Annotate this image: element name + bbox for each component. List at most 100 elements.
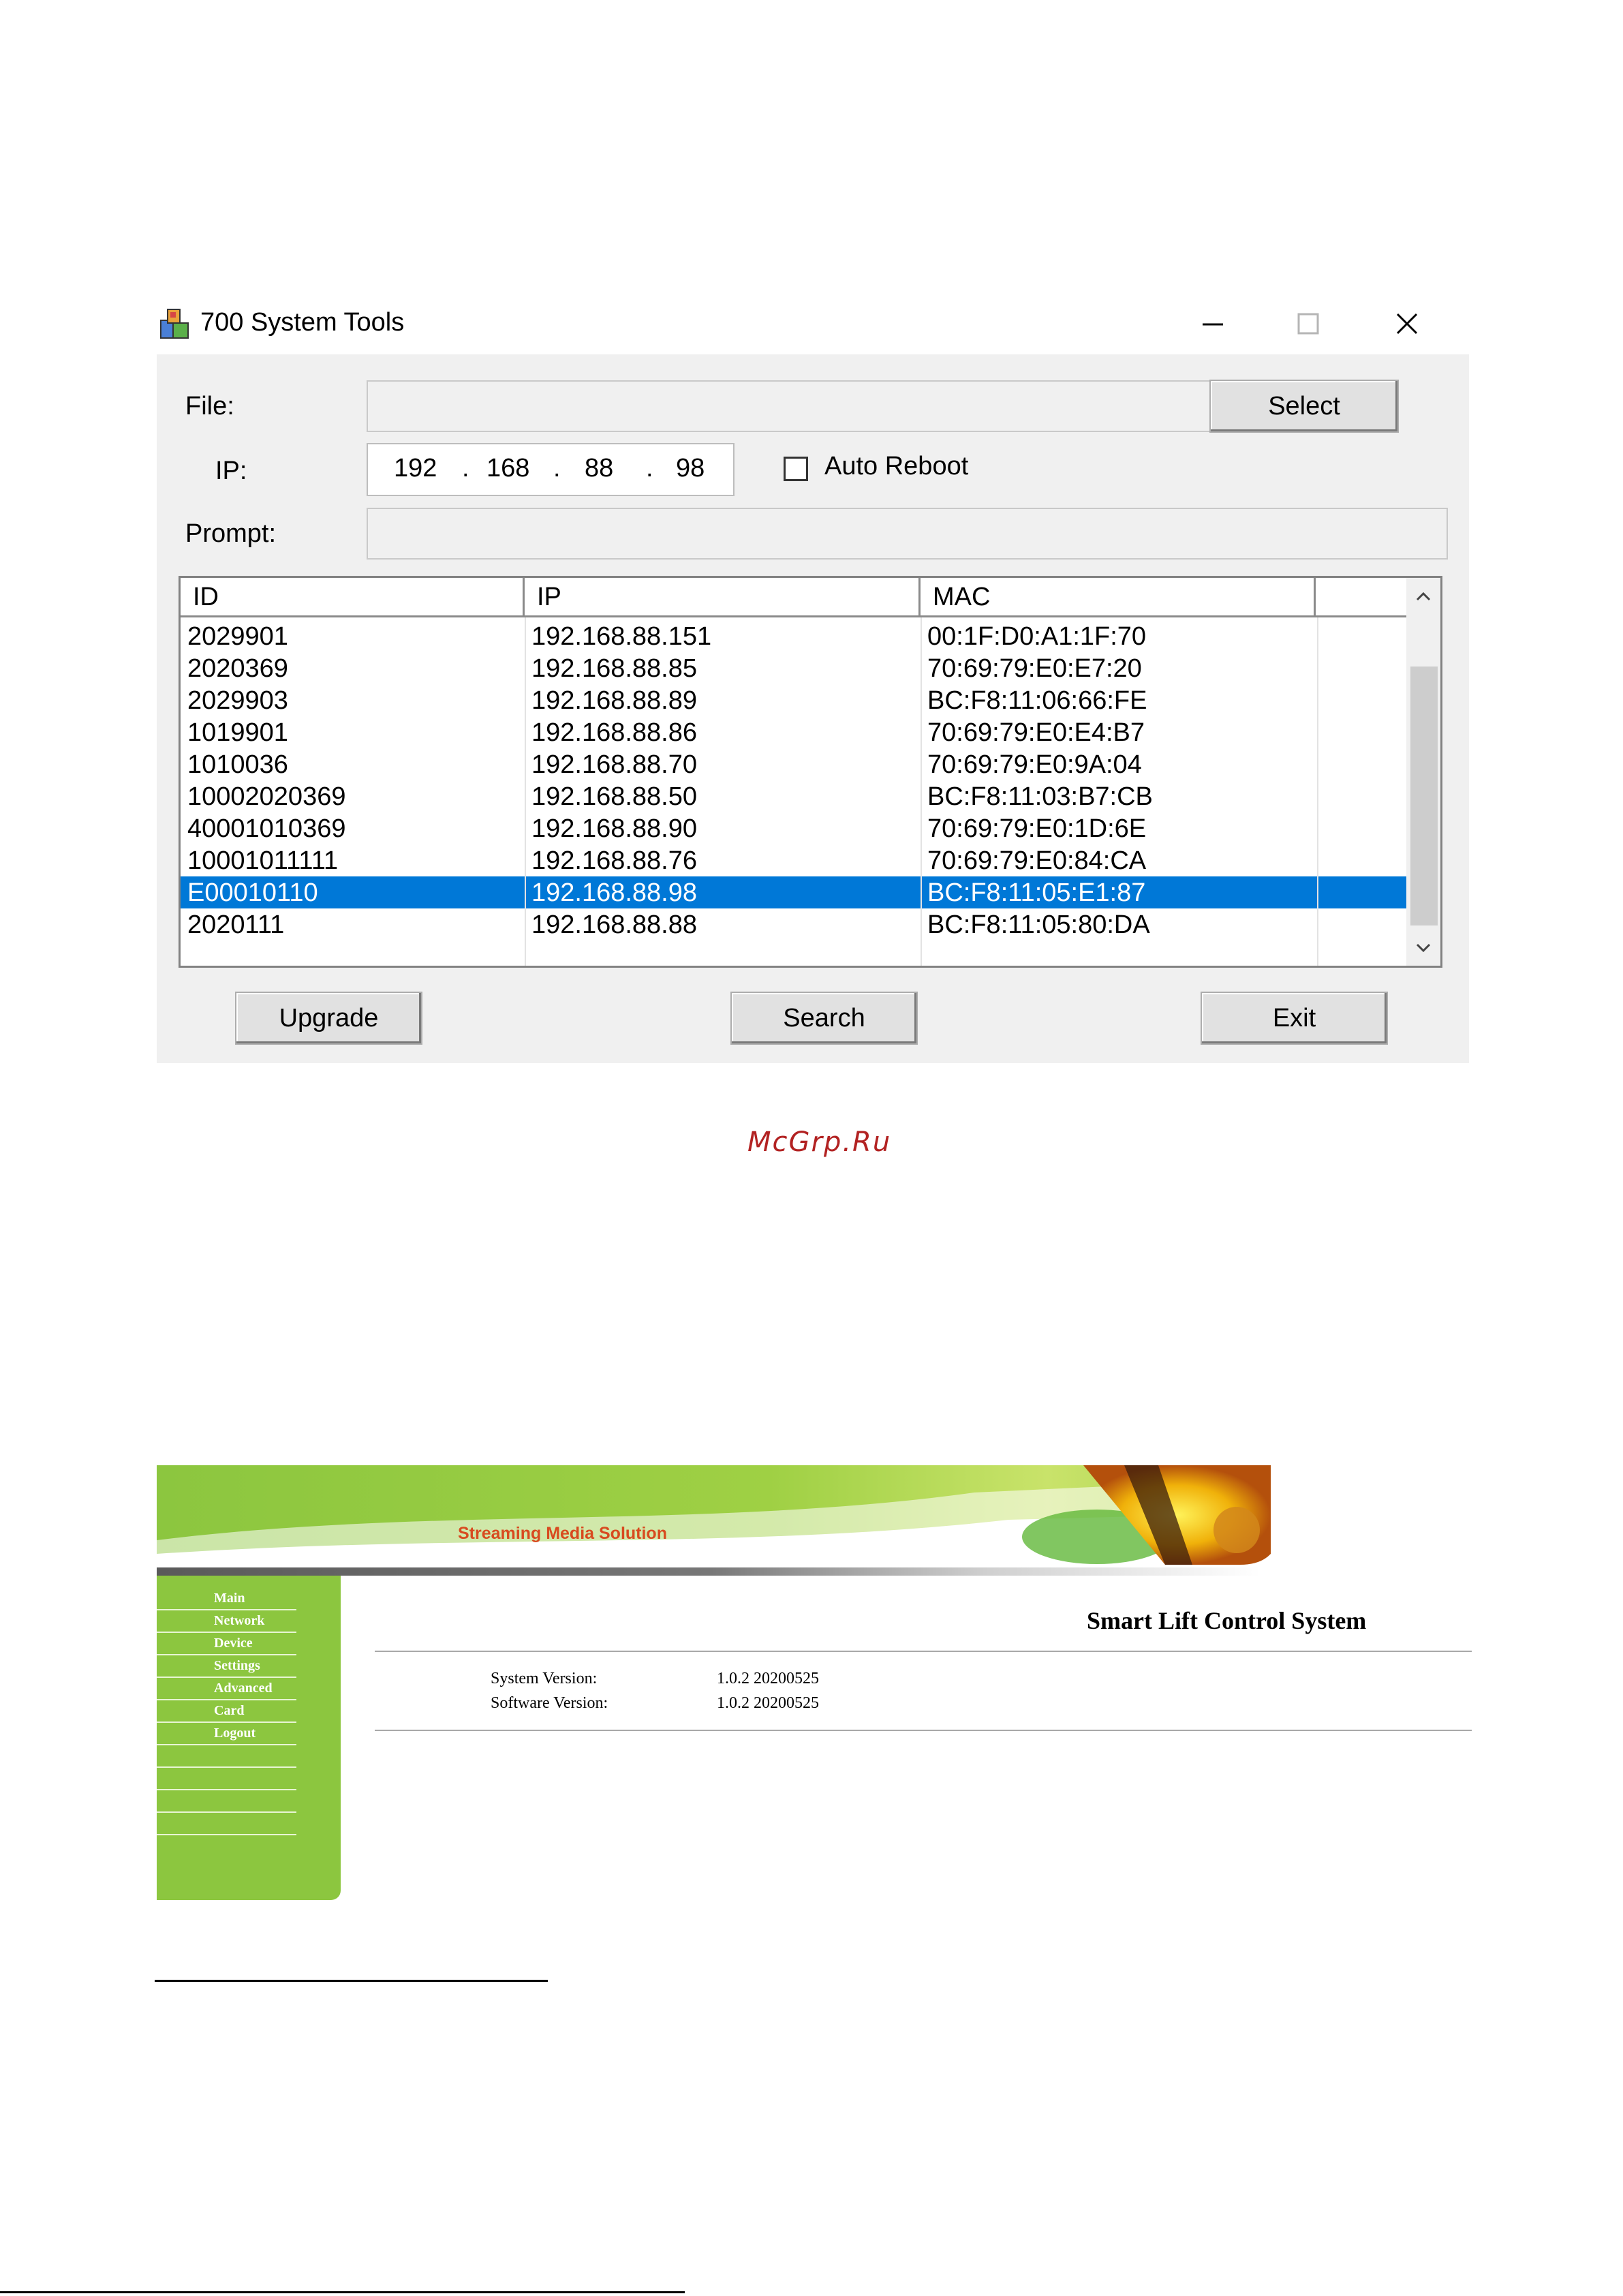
watermark: McGrp.Ru	[747, 1127, 892, 1158]
title-divider	[375, 1651, 1472, 1652]
column-header-id[interactable]: ID	[181, 578, 525, 615]
search-button[interactable]: Search	[730, 992, 918, 1045]
nav-divider	[157, 1790, 296, 1813]
cell-ip: 192.168.88.86	[531, 718, 698, 747]
minimize-icon[interactable]	[1182, 303, 1243, 345]
banner-divider	[157, 1567, 1261, 1576]
cell-mac: BC:F8:11:03:B7:CB	[927, 782, 1153, 811]
cell-mac: 70:69:79:E0:9A:04	[927, 750, 1142, 779]
column-divider	[1317, 617, 1318, 966]
cell-ip: 192.168.88.89	[531, 686, 698, 715]
window-title: 700 System Tools	[200, 308, 405, 337]
ip-octet-4: 98	[676, 454, 705, 483]
scroll-up-icon[interactable]	[1415, 587, 1432, 605]
cell-ip: 192.168.88.50	[531, 782, 698, 811]
software-version-label: Software Version:	[491, 1694, 608, 1712]
web-admin-screenshot: Streaming Media Solution Main Network De…	[157, 1465, 1472, 1901]
device-list[interactable]: ID IP MAC 2029901 192.168.88.151 00:1F:D0:…	[179, 576, 1442, 968]
table-row[interactable]: 2029901 192.168.88.151 00:1F:D0:A1:1F:70	[181, 620, 1407, 652]
nav-logout[interactable]: Logout	[157, 1723, 296, 1745]
cell-ip: 192.168.88.85	[531, 654, 698, 683]
ip-label: IP:	[215, 457, 247, 485]
nav-advanced[interactable]: Advanced	[157, 1678, 296, 1700]
auto-reboot-checkbox[interactable]	[784, 457, 808, 481]
table-row[interactable]: 40001010369 192.168.88.90 70:69:79:E0:1D:6…	[181, 812, 1407, 844]
cell-id: 1019901	[187, 718, 288, 747]
info-divider	[375, 1730, 1472, 1731]
table-row[interactable]: 10001011111 192.168.88.76 70:69:79:E0:84:C…	[181, 844, 1407, 876]
cell-mac: BC:F8:11:05:80:DA	[927, 910, 1150, 939]
nav-settings[interactable]: Settings	[157, 1655, 296, 1678]
software-version-value: 1.0.2 20200525	[717, 1694, 819, 1712]
header-banner: Streaming Media Solution	[157, 1465, 1271, 1565]
column-divider	[525, 617, 526, 966]
cell-ip: 192.168.88.98	[531, 878, 698, 907]
column-divider	[921, 617, 922, 966]
ip-octet-1: 192	[394, 454, 437, 483]
column-header-ip[interactable]: IP	[525, 578, 921, 615]
cell-id: E00010110	[187, 878, 318, 907]
cell-id: 1010036	[187, 750, 288, 779]
exit-button[interactable]: Exit	[1201, 992, 1388, 1045]
vertical-scrollbar[interactable]	[1406, 578, 1440, 966]
cell-mac: 00:1F:D0:A1:1F:70	[927, 622, 1147, 651]
cell-mac: 70:69:79:E0:84:CA	[927, 846, 1147, 875]
auto-reboot-label[interactable]: Auto Reboot	[824, 452, 968, 481]
cell-id: 40001010369	[187, 814, 346, 843]
nav-main[interactable]: Main	[157, 1588, 296, 1610]
footnote-rule	[155, 1980, 548, 1982]
scrollbar-thumb[interactable]	[1410, 667, 1438, 925]
nav-card[interactable]: Card	[157, 1700, 296, 1723]
prompt-label: Prompt:	[185, 519, 277, 548]
nav-network[interactable]: Network	[157, 1610, 296, 1633]
nav-divider	[157, 1745, 296, 1768]
cell-id: 2029903	[187, 686, 288, 715]
title-bar: 700 System Tools	[157, 293, 1469, 354]
file-field[interactable]	[367, 380, 1324, 432]
banner-slogan: Streaming Media Solution	[458, 1524, 667, 1543]
table-row[interactable]: 10002020369 192.168.88.50 BC:F8:11:03:B7:C…	[181, 780, 1407, 812]
table-row[interactable]: 2020111 192.168.88.88 BC:F8:11:05:80:DA	[181, 908, 1407, 940]
cell-id: 2029901	[187, 622, 288, 651]
sidebar: Main Network Device Settings Advanced Ca…	[157, 1576, 341, 1900]
cell-mac: BC:F8:11:06:66:FE	[927, 686, 1147, 715]
cell-ip: 192.168.88.88	[531, 910, 698, 939]
ip-octet-3: 88	[585, 454, 614, 483]
table-row[interactable]: 1010036 192.168.88.70 70:69:79:E0:9A:04	[181, 748, 1407, 780]
prompt-field	[367, 508, 1448, 560]
cell-id: 2020369	[187, 654, 288, 683]
table-row[interactable]: 2029903 192.168.88.89 BC:F8:11:06:66:FE	[181, 684, 1407, 716]
ip-octet-2: 168	[486, 454, 530, 483]
select-button[interactable]: Select	[1209, 380, 1399, 433]
scroll-down-icon[interactable]	[1415, 939, 1432, 957]
table-row[interactable]: 2020369 192.168.88.85 70:69:79:E0:E7:20	[181, 652, 1407, 684]
system-version-label: System Version:	[491, 1670, 598, 1687]
column-header-mac[interactable]: MAC	[921, 578, 1316, 615]
cell-id: 10002020369	[187, 782, 346, 811]
upgrade-button[interactable]: Upgrade	[235, 992, 422, 1045]
list-header: ID IP MAC	[181, 578, 1407, 617]
cell-id: 10001011111	[187, 846, 339, 875]
page-title: Smart Lift Control System	[1087, 1607, 1367, 1634]
maximize-icon[interactable]	[1278, 303, 1339, 345]
cell-ip: 192.168.88.70	[531, 750, 698, 779]
cell-mac: BC:F8:11:05:E1:87	[927, 878, 1146, 907]
cell-id: 2020111	[187, 910, 285, 939]
table-row[interactable]: 1019901 192.168.88.86 70:69:79:E0:E4:B7	[181, 716, 1407, 748]
column-header-empty	[1316, 578, 1407, 615]
cell-ip: 192.168.88.151	[531, 622, 712, 651]
nav-device[interactable]: Device	[157, 1633, 296, 1655]
ip-dot-1: .	[462, 454, 469, 483]
system-tools-window: 700 System Tools File: Select IP: 192 . …	[157, 293, 1469, 1063]
banner-graphic	[157, 1465, 1271, 1565]
ip-dot-2: .	[553, 454, 561, 483]
table-row[interactable]: E00010110 192.168.88.98 BC:F8:11:05:E1:87	[181, 876, 1407, 908]
ip-dot-3: .	[646, 454, 653, 483]
close-icon[interactable]	[1376, 303, 1438, 345]
cell-mac: 70:69:79:E0:1D:6E	[927, 814, 1147, 843]
cell-ip: 192.168.88.90	[531, 814, 698, 843]
nav-divider	[157, 1813, 296, 1835]
cell-mac: 70:69:79:E0:E7:20	[927, 654, 1142, 683]
ip-address-input[interactable]: 192 . 168 . 88 . 98	[367, 443, 735, 496]
nav-divider	[157, 1768, 296, 1790]
